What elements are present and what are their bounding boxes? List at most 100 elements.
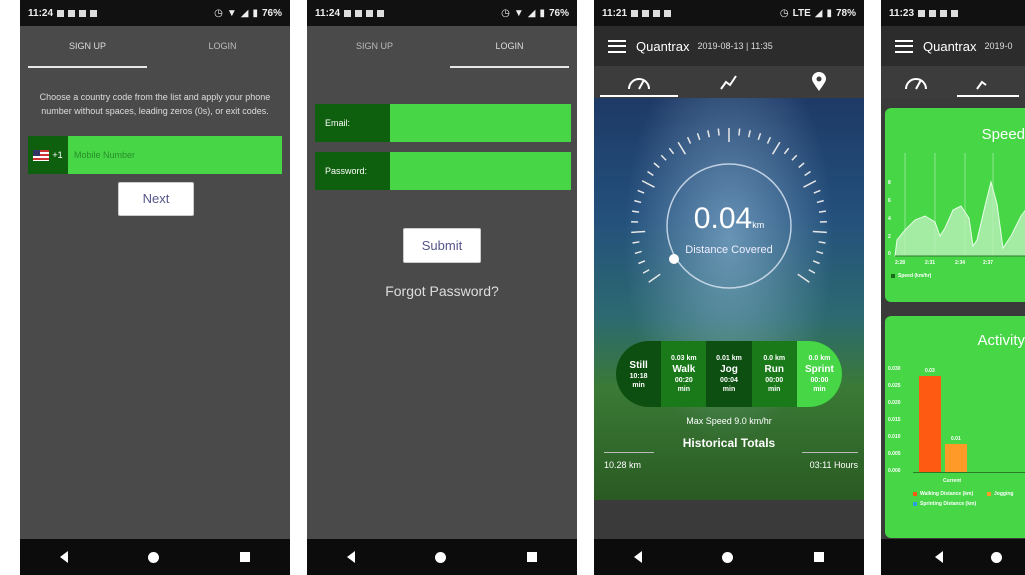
y-tick: 0.025 bbox=[888, 383, 901, 389]
country-code: +1 bbox=[52, 150, 63, 160]
notification-icon bbox=[68, 9, 76, 17]
dial-tick bbox=[632, 241, 640, 244]
status-time: 11:24 bbox=[315, 7, 341, 19]
y-tick: 0.000 bbox=[888, 468, 901, 474]
tab-charts[interactable] bbox=[684, 66, 774, 98]
dial-tick bbox=[653, 162, 660, 169]
email-field[interactable] bbox=[390, 104, 571, 142]
dial-tick bbox=[747, 130, 751, 138]
activity-name: Run bbox=[764, 364, 784, 375]
activity-time: 00:04 bbox=[720, 377, 738, 384]
notification-icon bbox=[642, 9, 650, 17]
notification-icon bbox=[57, 9, 65, 17]
stadium-background: 0.04km Distance Covered Still 10:18 min … bbox=[594, 98, 864, 500]
back-icon[interactable] bbox=[935, 551, 943, 563]
speedometer-icon bbox=[628, 78, 650, 90]
dial-tick bbox=[791, 154, 798, 161]
x-tick: 2:31 bbox=[925, 260, 936, 266]
status-time: 11:24 bbox=[28, 7, 54, 19]
dial-tick bbox=[812, 260, 820, 265]
speedometer-icon bbox=[905, 78, 927, 90]
dial-tick bbox=[677, 141, 687, 155]
dial-tick bbox=[804, 170, 811, 177]
notification-icon bbox=[366, 9, 374, 17]
bar-value-label: 0.01 bbox=[951, 436, 961, 442]
us-flag-icon bbox=[33, 149, 50, 161]
tab-speedometer[interactable] bbox=[594, 66, 684, 98]
battery-icon: ▮ bbox=[252, 7, 258, 19]
activity-distance: 0.03 km bbox=[670, 355, 697, 362]
legend-swatch bbox=[891, 274, 895, 278]
app-datetime: 2019-0 bbox=[984, 41, 1013, 51]
home-icon[interactable] bbox=[148, 551, 160, 563]
next-button[interactable]: Next bbox=[118, 182, 194, 216]
back-icon[interactable] bbox=[347, 551, 356, 563]
tab-map[interactable] bbox=[774, 66, 864, 98]
status-bar: 11:21 ◷ LTE ◢ ▮ 78% bbox=[594, 0, 864, 26]
dial-tick bbox=[641, 180, 655, 188]
home-icon[interactable] bbox=[991, 551, 1002, 563]
activity-unit: min bbox=[677, 386, 691, 393]
mobile-number-input[interactable] bbox=[68, 136, 282, 174]
notification-icon bbox=[918, 9, 926, 17]
recent-apps-icon[interactable] bbox=[239, 552, 250, 562]
tab-sign-up[interactable]: SIGN UP bbox=[307, 26, 442, 70]
phone-instructions: Choose a country code from the list and … bbox=[39, 92, 271, 116]
submit-button[interactable]: Submit bbox=[403, 228, 481, 263]
signal-icon: ◢ bbox=[240, 7, 249, 19]
activity-chart-title: Activity bbox=[977, 332, 1025, 349]
app-title: Quantrax bbox=[923, 38, 977, 54]
dial-tick bbox=[642, 269, 650, 274]
activity-time: 00:00 bbox=[765, 377, 784, 384]
tab-speedometer[interactable] bbox=[881, 66, 951, 98]
notification-icon bbox=[929, 9, 937, 17]
speed-legend: Speed (km/hr) bbox=[898, 273, 932, 279]
activity-summary-bar: Still 10:18 min 0.03 km Walk 00:20 min 0… bbox=[616, 341, 842, 407]
tab-sign-up[interactable]: SIGN UP bbox=[20, 26, 155, 70]
notification-icon bbox=[940, 9, 948, 17]
auth-tabs: SIGN UP LOGIN bbox=[20, 26, 290, 70]
distance-value: 0.04 bbox=[693, 202, 753, 235]
dial-tick bbox=[696, 132, 701, 141]
password-label: Password: bbox=[315, 152, 390, 190]
dial-tick bbox=[783, 147, 790, 155]
status-bar: 11:24 ◷ ▼ ◢ ▮ 76% bbox=[307, 0, 577, 26]
legend-sprinting: Sprinting Distance (km) bbox=[920, 501, 977, 507]
country-code-picker[interactable]: +1 bbox=[28, 136, 68, 174]
android-nav-bar bbox=[307, 539, 577, 575]
dial-tick bbox=[757, 132, 762, 141]
legend-swatch-jogging bbox=[987, 492, 991, 496]
tab-login[interactable]: LOGIN bbox=[442, 26, 577, 70]
dial-tick bbox=[660, 154, 667, 161]
speed-chart-card: Speed 8 6 4 2 0 2:28 2:31 2:34 2:37 Spee… bbox=[885, 108, 1025, 302]
menu-icon[interactable] bbox=[895, 39, 913, 53]
activity-name: Jog bbox=[720, 364, 738, 375]
notification-icon bbox=[951, 9, 959, 17]
dashboard-tabs bbox=[881, 66, 1025, 98]
recent-apps-icon[interactable] bbox=[813, 552, 824, 562]
x-axis-label: Current bbox=[943, 478, 962, 484]
tab-login[interactable]: LOGIN bbox=[155, 26, 290, 70]
home-icon[interactable] bbox=[722, 551, 734, 563]
y-tick: 0.005 bbox=[888, 451, 901, 457]
dial-tick bbox=[766, 136, 772, 144]
location-pin-icon bbox=[812, 72, 826, 91]
battery-icon: ▮ bbox=[826, 7, 832, 19]
y-tick: 6 bbox=[888, 198, 891, 204]
walking-distance-bar bbox=[919, 376, 941, 472]
tab-charts[interactable] bbox=[951, 66, 1025, 98]
dial-tick bbox=[771, 141, 781, 155]
menu-icon[interactable] bbox=[608, 39, 626, 53]
historical-totals-heading: Historical Totals bbox=[682, 436, 776, 450]
forgot-password-link[interactable]: Forgot Password? bbox=[307, 283, 577, 299]
alarm-icon: ◷ bbox=[501, 7, 510, 19]
back-icon[interactable] bbox=[634, 551, 643, 563]
y-tick: 4 bbox=[888, 216, 891, 222]
dial-tick bbox=[813, 189, 821, 194]
y-tick: 8 bbox=[888, 180, 891, 186]
recent-apps-icon[interactable] bbox=[526, 552, 537, 562]
password-field[interactable] bbox=[390, 152, 571, 190]
back-icon[interactable] bbox=[60, 551, 69, 563]
notification-icon bbox=[355, 9, 363, 17]
home-icon[interactable] bbox=[435, 551, 447, 563]
